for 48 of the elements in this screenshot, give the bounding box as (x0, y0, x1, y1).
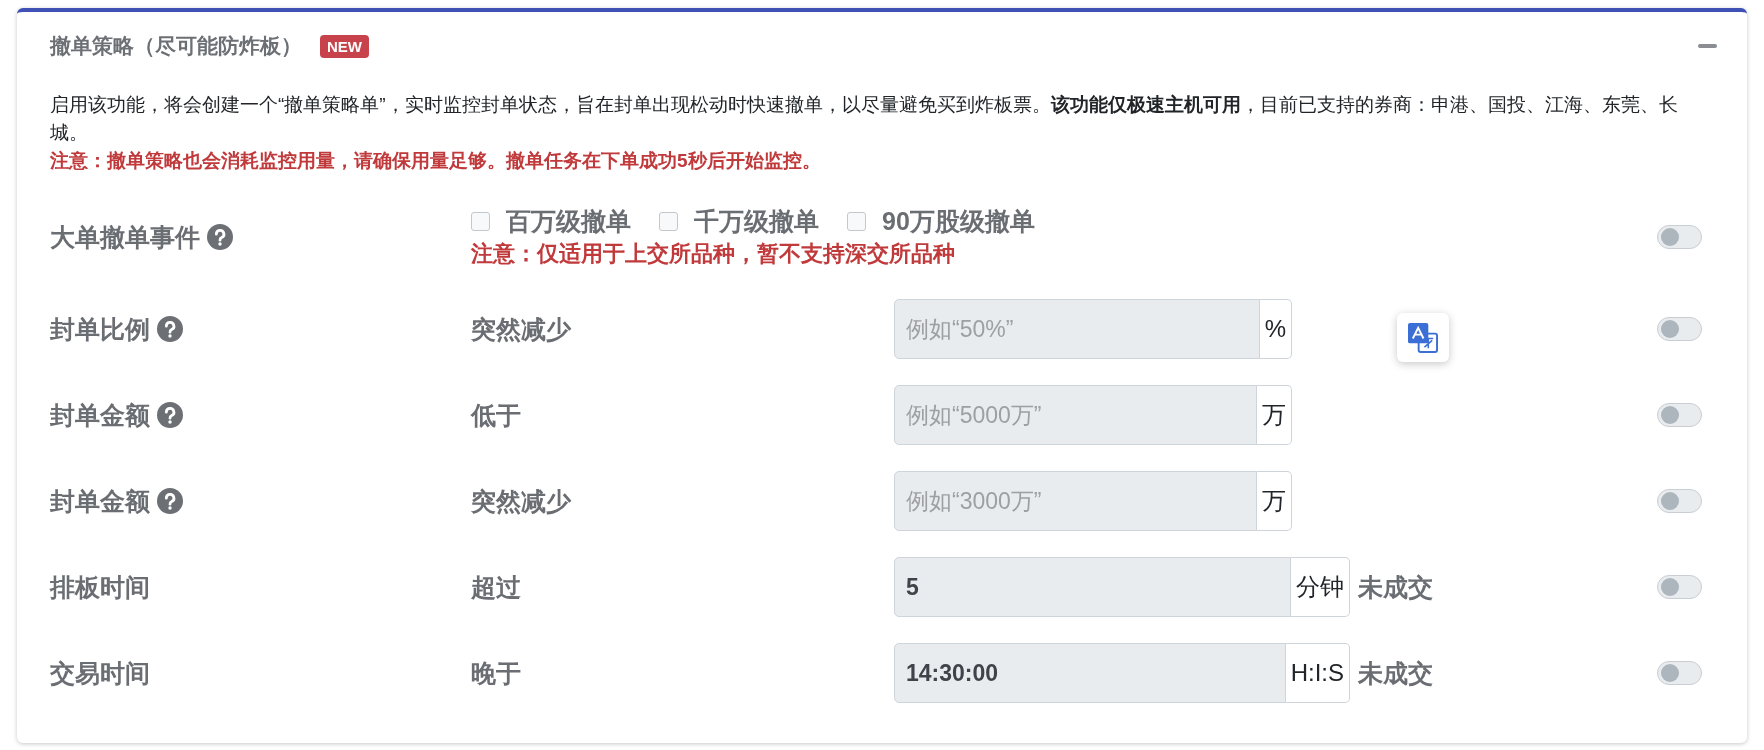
input-field[interactable]: 例如“3000万” (894, 471, 1257, 531)
unit-addon: 万 (1257, 471, 1292, 531)
help-icon[interactable] (157, 488, 183, 514)
rule-label: 封单金额 (50, 400, 150, 431)
condition-text: 低于 (471, 401, 521, 429)
help-icon[interactable] (207, 224, 233, 250)
unit-addon: % (1259, 299, 1292, 359)
suffix-text: 未成交 (1358, 658, 1433, 689)
rule-label: 封单金额 (50, 486, 150, 517)
toggle-switch[interactable] (1657, 575, 1702, 599)
input-field[interactable]: 例如“5000万” (894, 385, 1257, 445)
unit-addon: 万 (1257, 385, 1292, 445)
description-text: 启用该功能，将会创建一个“撤单策略单”，实时监控封单状态，旨在封单出现松动时快速撤单，以尽量避免买到炸板票。该功能仅极速主机可用，目前已支持的券商：申港、国投、江海、东莞、长城。 (50, 93, 1679, 145)
condition-text: 超过 (471, 573, 521, 601)
notice-text: 注意：撤单策略也会消耗监控用量，请确保用量足够。撤单任务在下单成功5秒后开始监控。 (50, 149, 822, 173)
collapse-button[interactable] (1698, 41, 1717, 51)
checkbox-label[interactable]: 90万股级撤单 (882, 204, 1035, 238)
checkbox-label[interactable]: 千万级撤单 (694, 204, 819, 238)
help-icon[interactable] (157, 402, 183, 428)
new-badge: NEW (320, 34, 369, 58)
checkbox[interactable] (659, 211, 678, 231)
rule-label: 封单比例 (50, 314, 150, 345)
input-field[interactable]: 例如“50%” (894, 299, 1260, 359)
toggle-switch[interactable] (1657, 489, 1702, 513)
toggle-switch[interactable] (1657, 403, 1702, 427)
condition-text: 突然减少 (471, 487, 571, 515)
input-field[interactable]: 5 (894, 557, 1291, 617)
minus-icon (1698, 44, 1717, 48)
suffix-text: 未成交 (1358, 572, 1433, 603)
checkbox[interactable] (847, 211, 866, 231)
help-icon[interactable] (157, 316, 183, 342)
translate-button[interactable] (1397, 313, 1449, 362)
toggle-switch[interactable] (1657, 225, 1702, 249)
rule-label: 交易时间 (50, 658, 150, 689)
unit-addon: 分钟 (1291, 557, 1350, 617)
rule-label: 排板时间 (50, 572, 150, 603)
toggle-switch[interactable] (1657, 317, 1702, 341)
input-field[interactable]: 14:30:00 (894, 643, 1286, 703)
checkbox[interactable] (471, 211, 490, 231)
condition-text: 突然减少 (471, 315, 571, 343)
panel-title: 撤单策略（尽可能防炸板） (50, 33, 302, 59)
toggle-switch[interactable] (1657, 661, 1702, 685)
rule-label: 大单撤单事件 (50, 222, 200, 253)
translate-icon (1408, 322, 1438, 353)
warning-text: 注意：仅适用于上交所品种，暂不支持深交所品种 (471, 240, 956, 268)
condition-text: 晚于 (471, 659, 521, 687)
checkbox-label[interactable]: 百万级撤单 (506, 204, 631, 238)
unit-addon: H:I:S (1285, 643, 1350, 703)
